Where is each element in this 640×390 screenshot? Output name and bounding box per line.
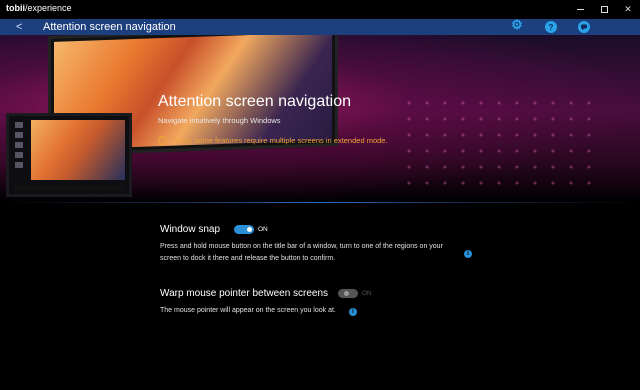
desktop-taskbar: [13, 185, 125, 191]
warning-text: Sorry, some features require multiple sc…: [173, 136, 388, 145]
setting-window-snap-description: Press and hold mouse button on the title…: [160, 241, 443, 265]
warp-pointer-info-icon[interactable]: i: [349, 308, 357, 316]
close-icon: ✕: [624, 4, 632, 14]
description-line: Press and hold mouse button on the title…: [160, 243, 443, 250]
page-title: Attention screen navigation: [158, 93, 352, 110]
window-snap-toggle-label: ON: [258, 226, 268, 233]
warp-pointer-toggle-label: ON: [362, 290, 372, 297]
hero-divider: [0, 202, 640, 203]
header-title: Attention screen navigation: [43, 21, 176, 33]
close-button[interactable]: ✕: [616, 0, 640, 19]
hero-monitor-small: [6, 113, 132, 197]
page-subtitle: Navigate intuitively through Windows: [158, 116, 281, 125]
description-line: The mouse pointer will appear on the scr…: [160, 307, 336, 314]
brand-bold: tobii: [6, 3, 25, 13]
setting-warp-pointer-title: Warp mouse pointer between screens: [160, 288, 329, 299]
setting-warp-pointer-description: The mouse pointer will appear on the scr…: [160, 305, 336, 317]
window-snap-info-icon[interactable]: i: [464, 250, 472, 258]
chat-icon[interactable]: [578, 21, 590, 33]
window-snap-toggle[interactable]: [234, 225, 254, 234]
toggle-knob: [247, 227, 252, 232]
minimize-icon: [576, 9, 584, 10]
maximize-button[interactable]: [592, 0, 616, 19]
window-titlebar: tobii/experience ✕: [0, 0, 640, 19]
description-line: screen to dock it there and release the …: [160, 255, 336, 262]
desktop-icons: [15, 122, 25, 172]
warp-pointer-toggle[interactable]: [338, 289, 358, 298]
setting-window-snap-title: Window snap: [160, 224, 221, 235]
toggle-knob: [344, 291, 349, 296]
hero-sparkles: [400, 95, 600, 185]
warning-message: ! Sorry, some features require multiple …: [158, 136, 388, 145]
app-brand: tobii/experience: [6, 3, 72, 13]
warning-icon: !: [158, 136, 167, 145]
gear-icon[interactable]: ⚙: [511, 17, 523, 32]
monitor-wallpaper-small: [31, 120, 125, 180]
app-header: < Attention screen navigation ⚙ ?: [0, 17, 640, 35]
minimize-button[interactable]: [568, 0, 592, 19]
brand-rest: /experience: [25, 3, 72, 13]
hero-banner: [0, 35, 640, 203]
window-controls: ✕: [568, 0, 640, 19]
maximize-icon: [600, 6, 608, 13]
chat-bubble-icon: [581, 24, 587, 31]
help-icon[interactable]: ?: [545, 21, 557, 33]
back-button[interactable]: <: [16, 20, 22, 34]
